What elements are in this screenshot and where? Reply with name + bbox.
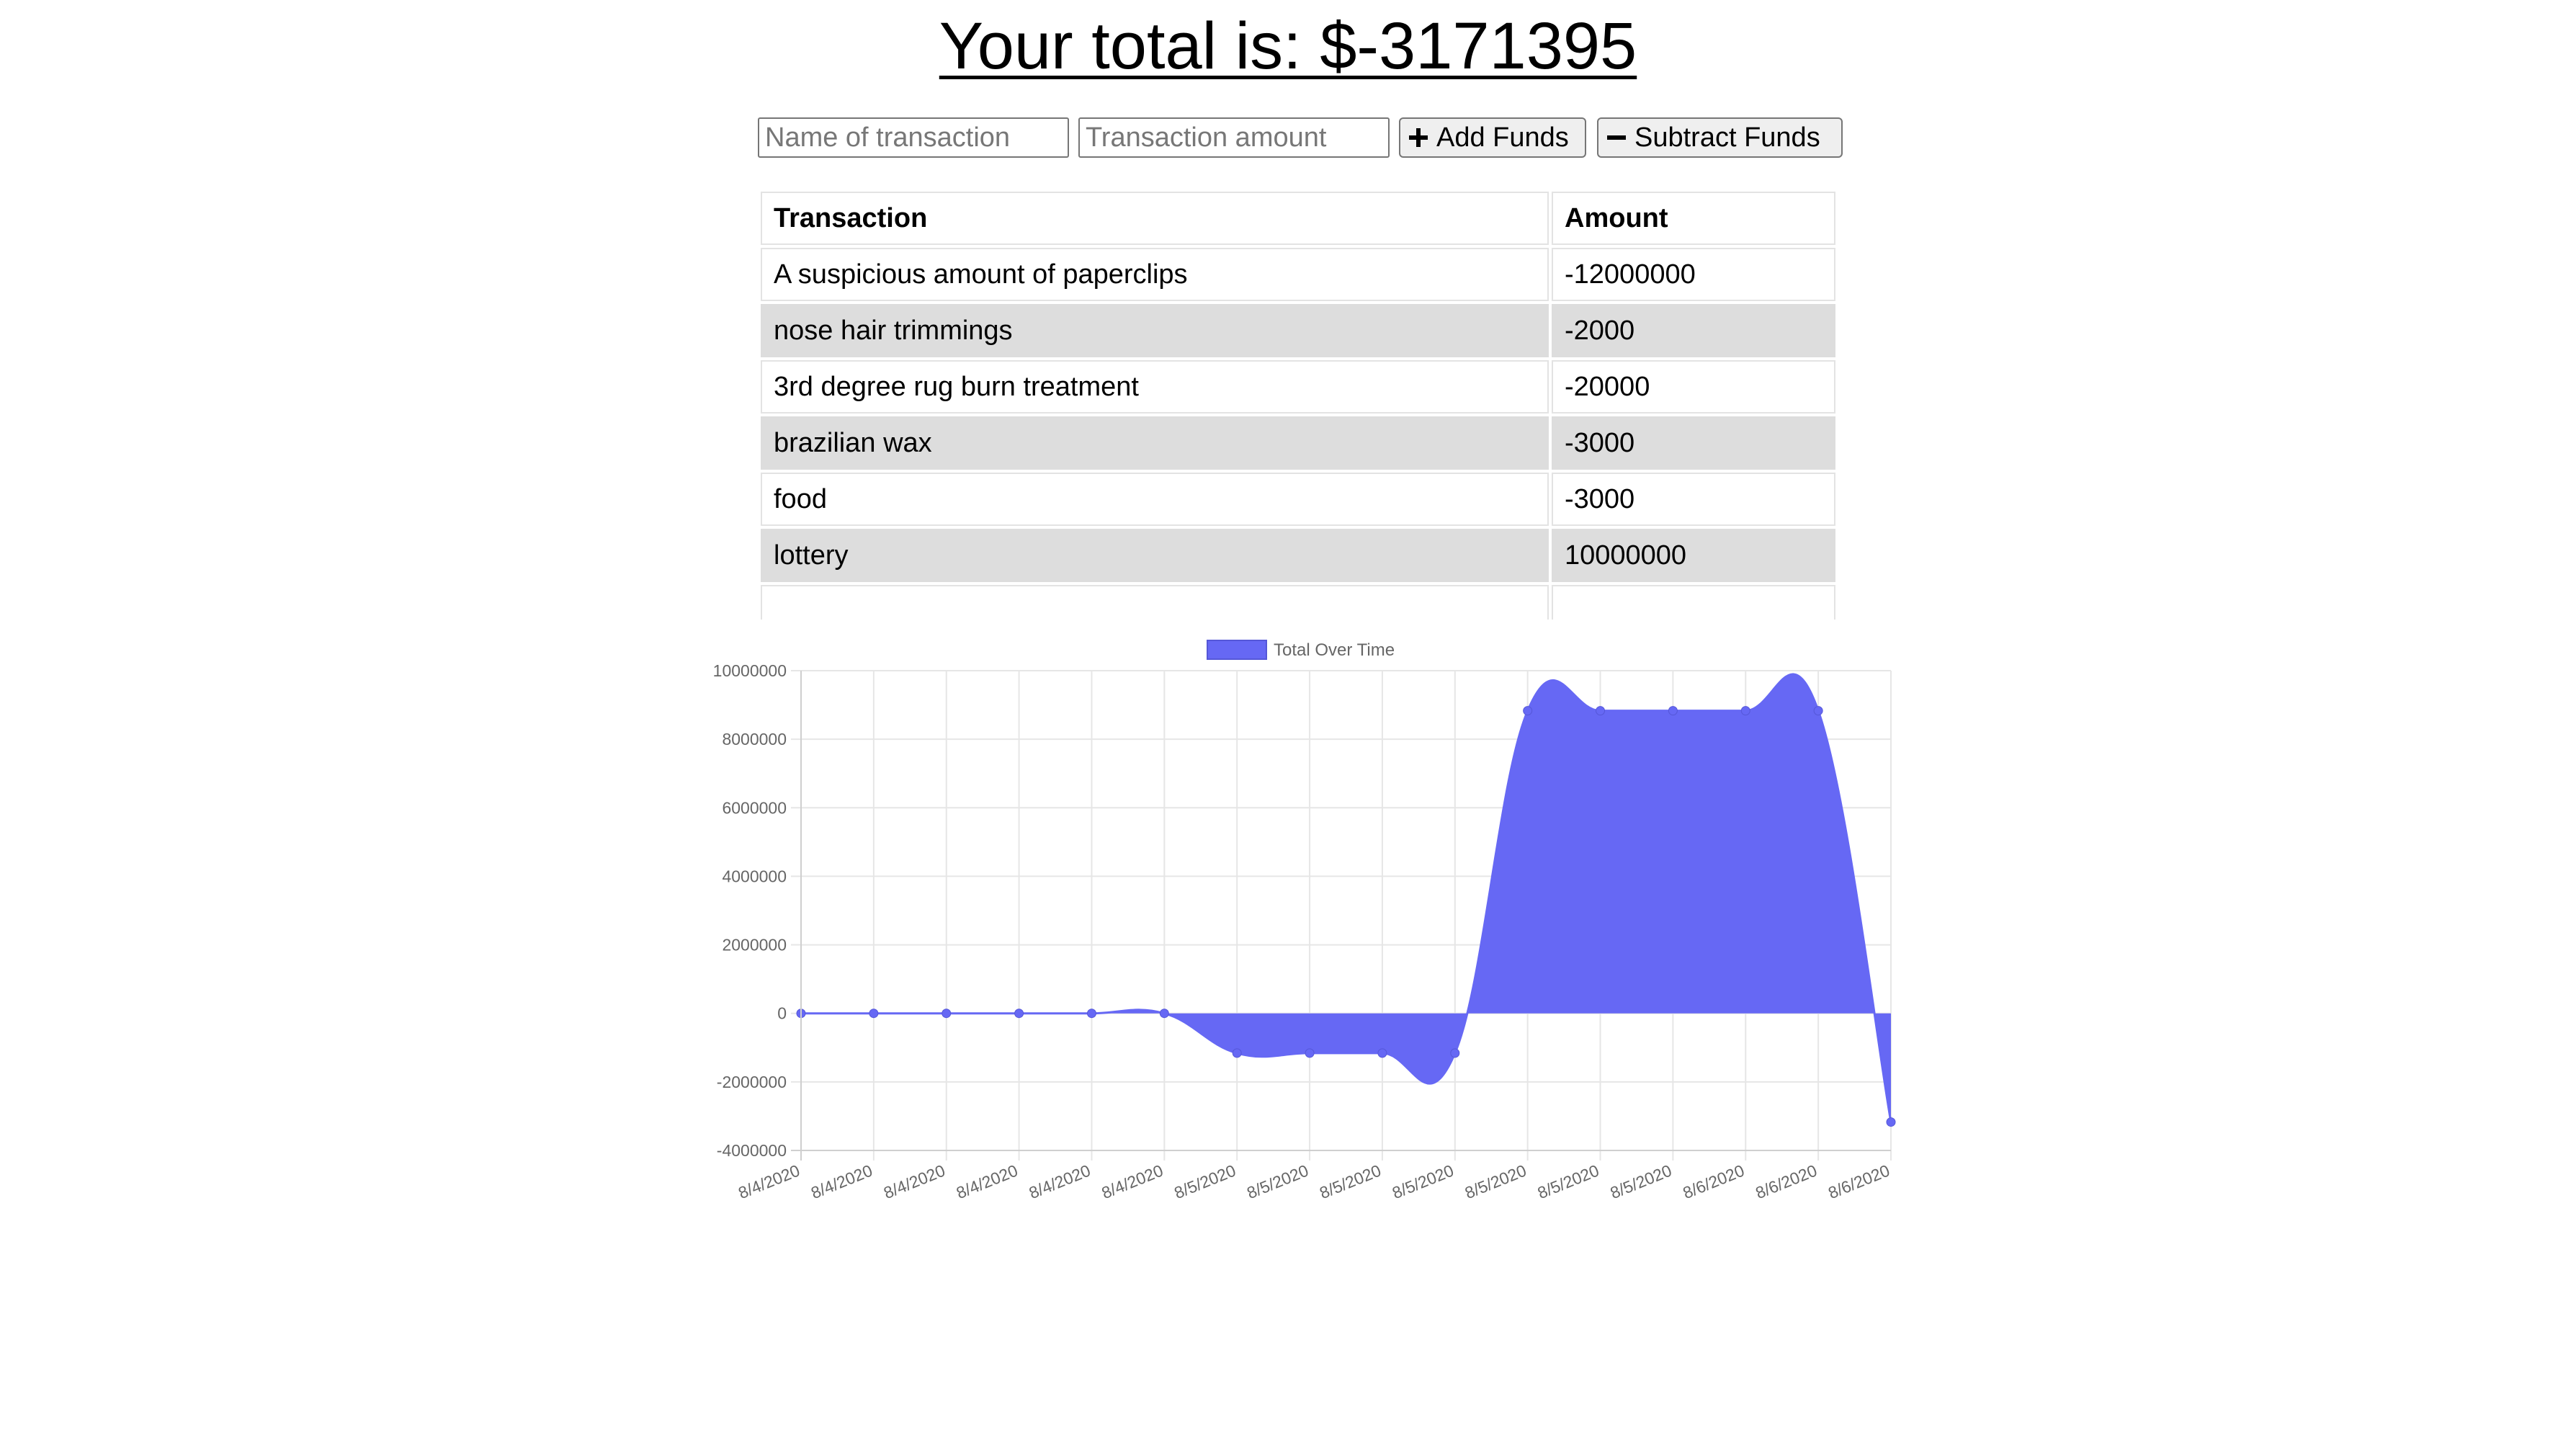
x-tick-label: 8/5/2020	[1462, 1161, 1529, 1203]
x-tick-label: 8/5/2020	[1608, 1161, 1675, 1203]
y-tick-label: -2000000	[717, 1073, 787, 1091]
data-point	[1305, 1048, 1315, 1058]
legend-swatch	[1207, 640, 1267, 660]
data-point	[1523, 706, 1533, 716]
x-tick-label: 8/4/2020	[1027, 1161, 1094, 1203]
y-tick-label: 4000000	[722, 867, 787, 885]
x-tick-label: 8/5/2020	[1535, 1161, 1602, 1203]
data-point	[1086, 1009, 1096, 1019]
y-tick-label: 6000000	[722, 798, 787, 817]
x-tick-label: 8/4/2020	[881, 1161, 948, 1203]
data-point	[1813, 706, 1823, 716]
data-point	[869, 1009, 879, 1019]
y-tick-label: 2000000	[722, 936, 787, 954]
x-tick-label: 8/5/2020	[1244, 1161, 1311, 1203]
data-point	[1159, 1009, 1169, 1019]
data-point	[942, 1009, 952, 1019]
legend-label: Total Over Time	[1274, 640, 1395, 660]
page: Your total is: $-3171395 Add Funds Subtr…	[0, 0, 2576, 1453]
total-over-time-chart: 10000000 8000000 6000000 4000000 2000000 0 -20…	[713, 640, 1896, 1203]
x-tick-label: 8/5/2020	[1317, 1161, 1384, 1203]
data-point	[1596, 706, 1606, 716]
y-tick-label: 0	[777, 1004, 787, 1023]
data-point	[1232, 1048, 1242, 1058]
series-area	[801, 674, 1891, 1122]
x-tick-label: 8/5/2020	[1390, 1161, 1457, 1203]
x-tick-label: 8/4/2020	[1099, 1161, 1166, 1203]
data-point	[1014, 1009, 1024, 1019]
data-point	[1450, 1048, 1460, 1058]
x-tick-label: 8/4/2020	[735, 1161, 802, 1203]
y-tick-label: 10000000	[713, 661, 787, 680]
data-point	[1740, 706, 1750, 716]
x-tick-label: 8/6/2020	[1825, 1161, 1892, 1203]
x-tick-label: 8/5/2020	[1171, 1161, 1238, 1203]
y-tick-label: 8000000	[722, 730, 787, 748]
data-point	[1668, 706, 1678, 716]
x-tick-label: 8/4/2020	[808, 1161, 875, 1203]
x-tick-label: 8/4/2020	[954, 1161, 1021, 1203]
data-point	[1886, 1117, 1896, 1127]
x-tick-label: 8/6/2020	[1753, 1161, 1820, 1203]
x-tick-label: 8/6/2020	[1680, 1161, 1747, 1203]
y-tick-label: -4000000	[717, 1141, 787, 1160]
data-point	[1377, 1048, 1387, 1058]
